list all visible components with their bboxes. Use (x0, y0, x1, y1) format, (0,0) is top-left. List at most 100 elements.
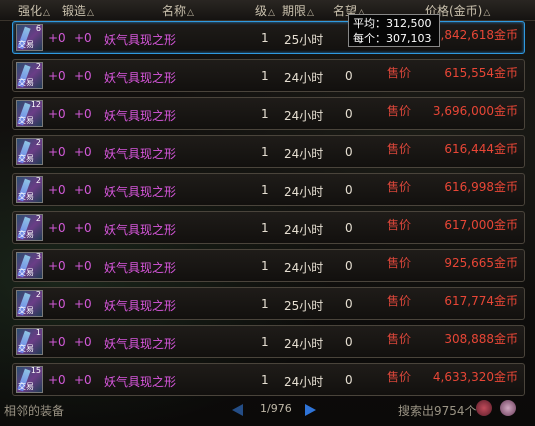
table-row[interactable]: 2 交易 +0 +0 妖气具现之形 1 24小时 0 售价 617,000金币 (12, 211, 525, 244)
header-level[interactable]: 级△ (255, 2, 275, 19)
sort-triangle-icon: △ (268, 8, 275, 18)
prev-page-arrow-icon[interactable] (232, 404, 243, 416)
forge-value: +0 (74, 373, 92, 387)
item-name: 妖气具现之形 (104, 109, 177, 123)
item-name: 妖气具现之形 (104, 71, 177, 85)
item-level: 1 (261, 373, 269, 387)
tooltip-each: 每个：307,103 (353, 32, 432, 45)
stack-count: 2 (35, 62, 41, 71)
table-row[interactable]: 2 交易 +0 +0 妖气具现之形 1 24小时 0 售价 616,444金币 (12, 135, 525, 168)
forge-value: +0 (74, 259, 92, 273)
enhance-value: +0 (48, 145, 66, 159)
character-portrait-icon (476, 400, 492, 416)
table-row[interactable]: 2 交易 +0 +0 妖气具现之形 1 25小时 0 售价 617,774金币 (12, 287, 525, 320)
item-reputation: 0 (345, 183, 353, 197)
enhance-value: +0 (48, 373, 66, 387)
item-period: 24小时 (284, 261, 324, 275)
trade-tag: 交易 (18, 268, 34, 277)
item-icon[interactable]: 15 交易 (16, 366, 43, 393)
item-icon[interactable]: 2 交易 (16, 62, 43, 89)
item-name: 妖气具现之形 (104, 147, 177, 161)
item-icon[interactable]: 1 交易 (16, 328, 43, 355)
item-icon[interactable]: 2 交易 (16, 138, 43, 165)
forge-value: +0 (74, 183, 92, 197)
item-price: 616,444金币 (444, 142, 518, 156)
item-name: 妖气具现之形 (104, 261, 177, 275)
table-row[interactable]: 12 交易 +0 +0 妖气具现之形 1 24小时 0 售价 3,696,000金币 (12, 97, 525, 130)
sale-label: 售价 (387, 218, 412, 232)
header-name[interactable]: 名称△ (162, 2, 194, 19)
sort-triangle-icon: △ (87, 8, 94, 18)
forge-value: +0 (74, 107, 92, 121)
stack-count: 12 (30, 100, 41, 109)
item-icon[interactable]: 3 交易 (16, 252, 43, 279)
sort-triangle-icon: △ (483, 8, 491, 18)
item-level: 1 (261, 297, 269, 311)
enhance-value: +0 (48, 107, 66, 121)
stack-count: 2 (35, 214, 41, 223)
item-price: 615,554金币 (444, 66, 518, 80)
item-reputation: 0 (345, 335, 353, 349)
item-price: 1,842,618金币 (432, 28, 518, 42)
item-period: 24小时 (284, 147, 324, 161)
header-enhance[interactable]: 强化△ (18, 2, 50, 19)
item-reputation: 0 (345, 297, 353, 311)
column-header: 强化△ 锻造△ 名称△ 级△ 期限△ 名望△ 价格(金币)△ (0, 0, 535, 21)
item-icon[interactable]: 2 交易 (16, 290, 43, 317)
item-name: 妖气具现之形 (104, 185, 177, 199)
item-reputation: 0 (345, 69, 353, 83)
item-name: 妖气具现之形 (104, 223, 177, 237)
next-page-arrow-icon[interactable] (305, 404, 316, 416)
item-name: 妖气具现之形 (104, 299, 177, 313)
header-forge[interactable]: 锻造△ (62, 2, 94, 19)
trade-tag: 交易 (18, 192, 34, 201)
forge-value: +0 (74, 69, 92, 83)
stack-count: 3 (35, 252, 41, 261)
sale-label: 售价 (387, 104, 412, 118)
sale-label: 售价 (387, 332, 412, 346)
trade-tag: 交易 (18, 230, 34, 239)
item-period: 25小时 (284, 299, 324, 313)
item-level: 1 (261, 259, 269, 273)
table-row[interactable]: 2 交易 +0 +0 妖气具现之形 1 24小时 0 售价 615,554金币 (12, 59, 525, 92)
table-row[interactable]: 2 交易 +0 +0 妖气具现之形 1 24小时 0 售价 616,998金币 (12, 173, 525, 206)
table-row[interactable]: 6 交易 +0 +0 妖气具现之形 1 25小时 1,842,618金币 (12, 21, 525, 54)
item-icon[interactable]: 6 交易 (16, 24, 43, 51)
item-level: 1 (261, 335, 269, 349)
table-row[interactable]: 15 交易 +0 +0 妖气具现之形 1 24小时 0 售价 4,633,320金币 (12, 363, 525, 396)
forge-value: +0 (74, 145, 92, 159)
item-level: 1 (261, 183, 269, 197)
item-name: 妖气具现之形 (104, 375, 177, 389)
sale-label: 售价 (387, 370, 412, 384)
stack-count: 6 (35, 24, 41, 33)
enhance-value: +0 (48, 297, 66, 311)
item-level: 1 (261, 221, 269, 235)
sale-label: 售价 (387, 142, 412, 156)
forge-value: +0 (74, 335, 92, 349)
sale-label: 售价 (387, 256, 412, 270)
page-indicator: 1/976 (260, 402, 292, 415)
enhance-value: +0 (48, 31, 66, 45)
trade-tag: 交易 (18, 40, 34, 49)
item-reputation: 0 (345, 259, 353, 273)
item-price: 617,774金币 (444, 294, 518, 308)
character-portrait-icon (500, 400, 516, 416)
item-reputation: 0 (345, 107, 353, 121)
trade-tag: 交易 (18, 382, 34, 391)
adjacent-equipment-label: 相邻的装备 (4, 404, 65, 418)
header-period[interactable]: 期限△ (282, 2, 314, 19)
sale-label: 售价 (387, 66, 412, 80)
item-level: 1 (261, 107, 269, 121)
item-level: 1 (261, 69, 269, 83)
item-icon[interactable]: 2 交易 (16, 214, 43, 241)
item-period: 24小时 (284, 375, 324, 389)
item-icon[interactable]: 12 交易 (16, 100, 43, 127)
table-row[interactable]: 3 交易 +0 +0 妖气具现之形 1 24小时 0 售价 925,665金币 (12, 249, 525, 282)
trade-tag: 交易 (18, 78, 34, 87)
enhance-value: +0 (48, 335, 66, 349)
item-icon[interactable]: 2 交易 (16, 176, 43, 203)
enhance-value: +0 (48, 259, 66, 273)
table-row[interactable]: 1 交易 +0 +0 妖气具现之形 1 24小时 0 售价 308,888金币 (12, 325, 525, 358)
item-price: 617,000金币 (444, 218, 518, 232)
forge-value: +0 (74, 221, 92, 235)
